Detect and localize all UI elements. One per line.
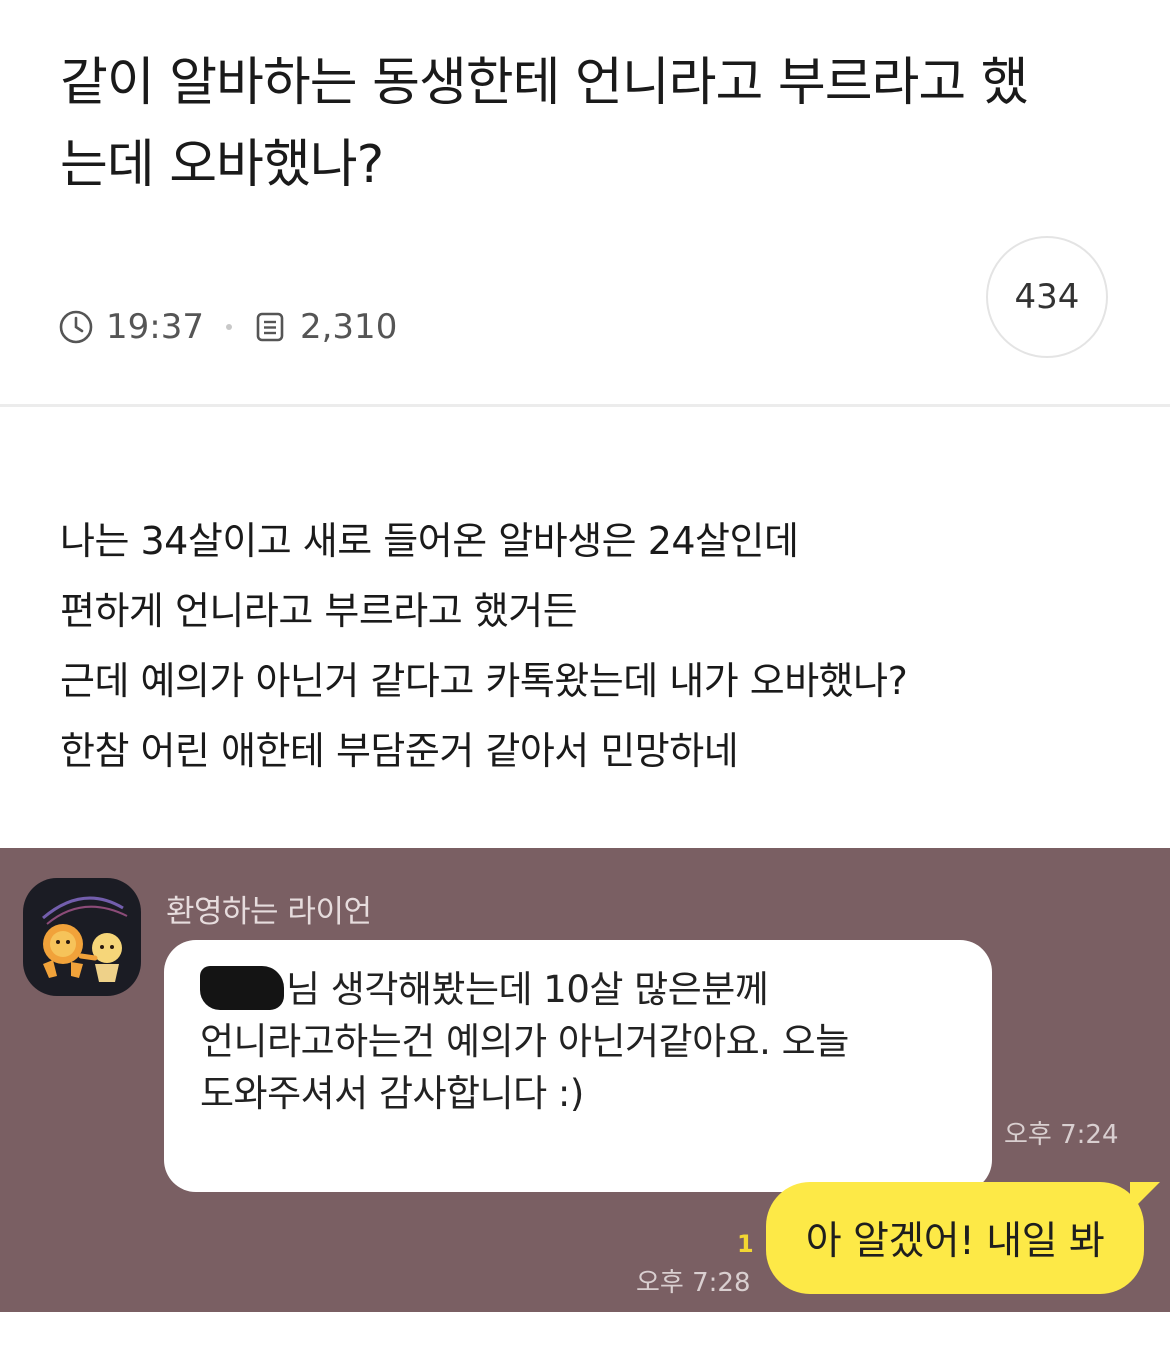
post-body-line: 편하게 언니라고 부르라고 했거든 xyxy=(60,589,578,633)
post-views: 2,310 xyxy=(299,307,398,347)
message-line: 님 생각해봤는데 10살 많은분께 xyxy=(200,964,972,1016)
incoming-message-bubble: 님 생각해봤는데 10살 많은분께 언니라고하는건 예의가 아닌거같아요. 오늘… xyxy=(164,940,992,1192)
message-line: 도와주셔서 감사합니다 :) xyxy=(200,1072,584,1115)
comment-count: 434 xyxy=(1014,277,1080,317)
outgoing-message-time: 오후 7:28 xyxy=(636,1268,751,1298)
post-title-line: 는데 오바했나? xyxy=(60,135,384,195)
post-body-line: 근데 예의가 아닌거 같다고 카톡왔는데 내가 오바했나? xyxy=(60,659,908,703)
bubble-tail xyxy=(1130,1182,1160,1212)
post-body-line: 한참 어린 애한테 부담준거 같아서 민망하네 xyxy=(60,729,739,773)
avatar xyxy=(23,878,141,996)
post-title-line: 같이 알바하는 동생한테 언니라고 부르라고 했 xyxy=(60,53,1029,113)
post-body-line: 나는 34살이고 새로 들어온 알바생은 24살인데 xyxy=(60,519,799,563)
lion-character-icon xyxy=(42,896,128,982)
message-text: 님 생각해봤는데 10살 많은분께 xyxy=(286,968,769,1011)
sender-name: 환영하는 라이언 xyxy=(166,894,372,930)
outgoing-message-bubble: 아 알겠어! 내일 봐 xyxy=(766,1182,1160,1294)
post-time: 19:37 xyxy=(106,307,204,347)
incoming-message-time: 오후 7:24 xyxy=(1004,1120,1119,1150)
outgoing-message-text: 아 알겠어! 내일 봐 xyxy=(805,1219,1105,1264)
post-body: 나는 34살이고 새로 들어온 알바생은 24살인데 편하게 언니라고 부르라고… xyxy=(60,506,1130,786)
post-title: 같이 알바하는 동생한테 언니라고 부르라고 했 는데 오바했나? xyxy=(60,42,1120,206)
post-meta: 19:37 2,310 xyxy=(58,304,397,350)
separator-dot xyxy=(225,324,232,330)
document-views-icon xyxy=(256,312,284,342)
chat-screenshot: 환영하는 라이언 님 생각해봤는데 10살 많은분께 언니라고하는건 예의가 아… xyxy=(0,848,1170,1312)
post-header: 같이 알바하는 동생한테 언니라고 부르라고 했 는데 오바했나? 19:37 … xyxy=(0,0,1170,404)
redaction-mark xyxy=(200,966,284,1010)
unread-count: 1 xyxy=(737,1230,754,1258)
comment-count-button[interactable]: 434 xyxy=(986,236,1108,358)
message-line: 언니라고하는건 예의가 아닌거같아요. 오늘 xyxy=(200,1020,849,1063)
section-divider xyxy=(0,404,1170,407)
clock-icon xyxy=(59,310,93,344)
